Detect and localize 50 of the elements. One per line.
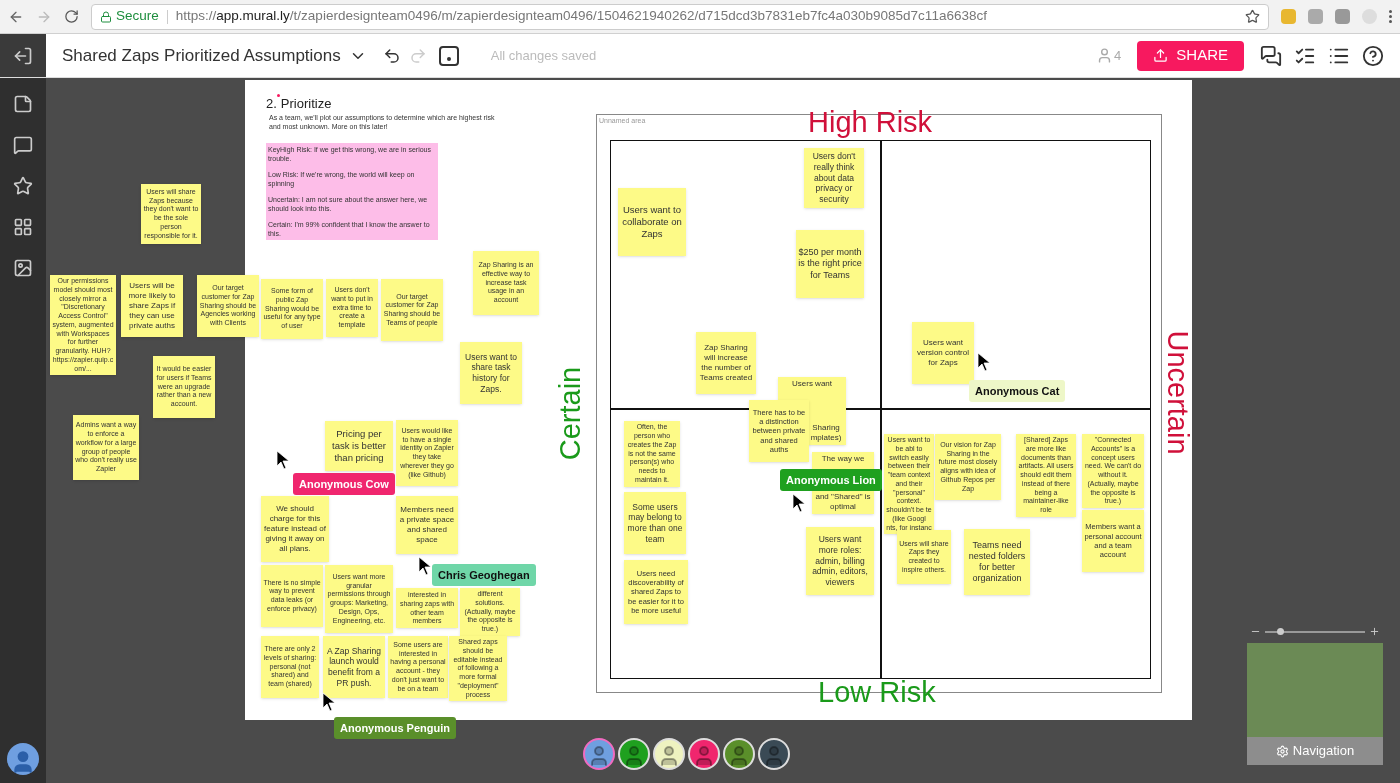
step-number: 2. bbox=[266, 95, 277, 113]
url-text: https://app.mural.ly/t/zapierdesignteam0496/m/zapierdesignteam0496/1504621940262/d715dcd3b7831eb7fc4a030b9085d7c11a6638cf bbox=[175, 7, 987, 26]
sticky-text: Members need a private space and shared space bbox=[398, 505, 456, 545]
sticky-note[interactable]: We should charge for this feature instead of giving it away on all plans. bbox=[261, 496, 329, 562]
sticky-note[interactable]: A Zap Sharing launch would benefit from a PR push. bbox=[323, 636, 385, 698]
sticky-note[interactable]: Members need a private space and shared space bbox=[396, 496, 458, 554]
collaborator-label: Anonymous Cat bbox=[969, 380, 1066, 402]
sticky-text: Users want version control for Zaps bbox=[916, 338, 970, 368]
sticky-text: The way we bbox=[821, 454, 865, 464]
sticky-note[interactable]: Pricing per task is better than pricing bbox=[325, 421, 393, 471]
mural-title[interactable]: Shared Zaps Prioritized Assumptions bbox=[62, 42, 341, 69]
sticky-text: A Zap Sharing launch would benefit from a PR push. bbox=[326, 645, 382, 689]
sticky-note[interactable]: $250 per month is the right price for Teams bbox=[796, 230, 864, 298]
axis-label: Certain bbox=[556, 366, 586, 460]
sticky-note[interactable]: Teams need nested folders for better organization bbox=[964, 529, 1030, 595]
sticky-text: Sharing mplates) bbox=[809, 423, 843, 443]
sticky-text: and "Shared" is optimal bbox=[814, 492, 872, 512]
collaborator-label: Anonymous Lion bbox=[780, 469, 882, 491]
sticky-note[interactable]: Users want version control for Zaps bbox=[912, 322, 974, 384]
sticky-note[interactable]: Users want to share task history for Zaps. bbox=[460, 342, 522, 404]
axis-label: Uncertain bbox=[1162, 329, 1192, 455]
secure-label: Secure bbox=[116, 7, 159, 26]
sticky-text: Zap Sharing will increase the number of Teams created bbox=[698, 343, 754, 383]
axis-label: Low Risk bbox=[818, 678, 936, 707]
collaborator-label: Anonymous Penguin bbox=[334, 717, 456, 739]
sticky-text: Users want to collaborate on Zaps bbox=[621, 204, 683, 240]
people-count: 4 bbox=[1114, 46, 1122, 65]
sticky-note[interactable]: Users don't really think about data privacy or security bbox=[804, 148, 864, 208]
sticky-text: Users want to share task history for Zaps. bbox=[464, 351, 518, 395]
board-title: Prioritize bbox=[280, 95, 332, 113]
sticky-text: $250 per month is the right price for Teams bbox=[798, 247, 862, 281]
sticky-text: Teams need nested folders for better organization bbox=[967, 539, 1027, 585]
share-button[interactable]: SHARE bbox=[1137, 40, 1244, 71]
sticky-note[interactable]: Some users may belong to more than one team bbox=[624, 492, 686, 554]
address-bar[interactable]: Secure https://app.mural.ly/t/zapierdesignteam0496/m/zapierdesignteam0496/1504621940262/d715dcd3b7831eb7fc4a030b9085d7c11a6638cf bbox=[91, 3, 1269, 30]
save-status: All changes saved bbox=[490, 46, 597, 65]
sticky-note[interactable]: Users want to collaborate on Zaps bbox=[618, 188, 686, 256]
axis-label: High Risk bbox=[808, 108, 933, 137]
collaborator-label: Chris Geoghegan bbox=[432, 564, 536, 586]
sticky-text: Users don't really think about data privacy or security bbox=[811, 151, 857, 205]
sticky-text: Users will be more likely to share Zaps if they can use private auths bbox=[127, 281, 177, 331]
sticky-note[interactable]: Users will be more likely to share Zaps if they can use private auths bbox=[121, 275, 183, 337]
sticky-text: Users want more roles: admin, billing admin, editors, viewers bbox=[811, 534, 869, 588]
sticky-text: Pricing per task is better than pricing bbox=[331, 428, 387, 464]
sticky-text: We should charge for this feature instead of giving it away on all plans. bbox=[263, 504, 327, 554]
sticky-note[interactable]: Users want more roles: admin, billing admin, editors, viewers bbox=[806, 527, 874, 595]
sticky-text: Some users may belong to more than one team bbox=[626, 501, 684, 545]
sticky-text: Users want bbox=[792, 379, 832, 389]
sticky-note[interactable]: Zap Sharing will increase the number of Teams created bbox=[696, 332, 756, 394]
collaborator-label: Anonymous Cow bbox=[293, 473, 395, 495]
